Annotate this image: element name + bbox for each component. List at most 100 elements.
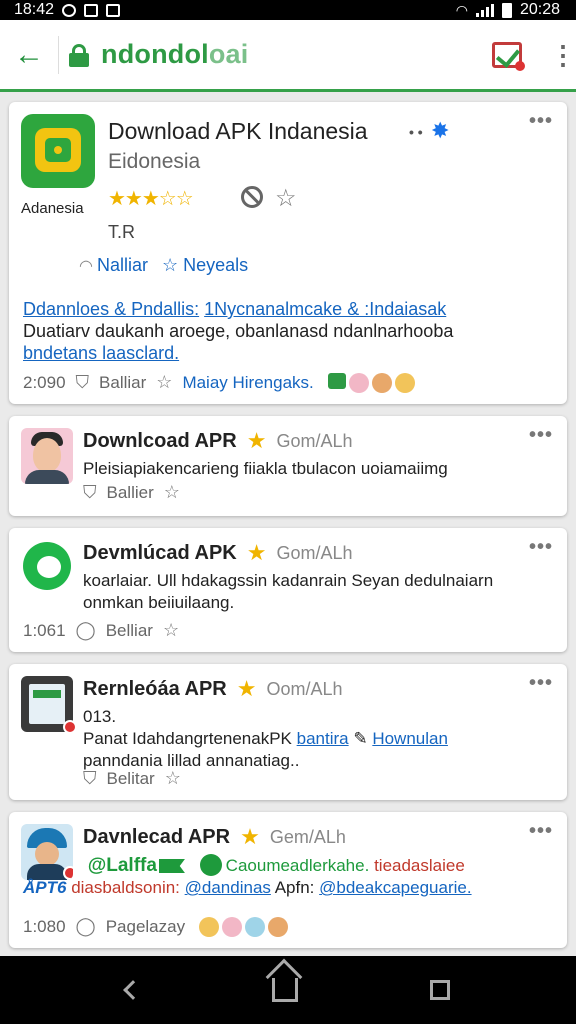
card-description: Ddannloes & Pndallis: 1Nycnanalmcake & :… [23,298,553,364]
tag-blue: ÅPT6 [23,878,67,897]
link-neyeals[interactable]: Neyeals [183,255,248,275]
nav-back-icon[interactable] [123,980,143,1000]
green-tag[interactable]: @Lalffa [88,855,157,876]
checkmark-icon[interactable] [492,41,525,71]
app-notification-icon [84,3,99,17]
post-header: Downlcoad APR ★ Gom/ALh [83,428,353,454]
bookmark-icon[interactable]: ⛉ [83,768,97,789]
verified-badge-icon: ✸ [431,118,450,143]
title-dots: • • [409,124,423,140]
post-handle: Oom/ALh [266,678,343,699]
post-author[interactable]: Downlcoad APR [83,430,237,453]
blue-link-1[interactable]: @dandinas [185,878,271,897]
more-horiz-icon[interactable]: ••• [529,424,553,447]
block-icon[interactable] [241,186,263,208]
red-text: tieadaslaiee [374,856,465,875]
comment-icon[interactable]: ◯ [76,620,96,641]
count-label: 1:061 [23,620,66,640]
save-label[interactable]: Belitar [107,769,155,789]
star-link[interactable]: Maiay Hirengaks. [182,373,313,393]
card-post[interactable]: Rernleóáa APR ★ Oom/ALh ••• 013. Panat I… [9,664,567,800]
post-link-hownulan[interactable]: Hownulan [372,729,448,748]
desc-link-2[interactable]: 1Nycnanalmcake & :Indaiasak [204,299,446,319]
reply-label[interactable]: Belliar [106,621,153,641]
star-filled-icon: ★ [240,824,260,849]
feed: Adanesia Download APK Indanesia • • ✸ ••… [9,102,567,960]
star-filled-icon: ★ [236,676,257,701]
save-label[interactable]: Balliar [99,373,146,393]
url-text-light: oai [208,39,249,69]
flag-icon [158,859,185,873]
post-handle: Gom/ALh [276,542,353,563]
card-post[interactable]: Devmlúcad APK ★ Gom/ALh ••• koarlaiar. U… [9,528,567,652]
back-arrow-icon[interactable]: ← [14,38,54,72]
post-handle: Gom/ALh [276,430,353,451]
star-icon[interactable]: ☆ [165,768,181,789]
whatsapp-icon[interactable] [21,540,73,596]
pig-emoji-icon [222,916,243,937]
count-label: 1:080 [23,916,66,936]
post-header: Davnlecad APR ★ Gem/ALh [83,824,346,850]
alarm-icon [62,3,77,17]
red-line-2: diasbaldsonin: [71,878,180,897]
app-icon[interactable] [21,114,95,188]
star-icon[interactable]: ☆ [156,372,172,393]
card-post[interactable]: Davnlecad APR ★ Gem/ALh ••• @Lalffa Caou… [9,812,567,948]
post-footer: 1:061 ◯ Belliar ☆ [23,620,553,641]
more-vert-icon[interactable]: ⋮ [550,42,576,68]
card-title: Download APK Indanesia [108,118,368,144]
desc-link-3[interactable]: bndetans laasclard. [23,343,179,363]
card-featured[interactable]: Adanesia Download APK Indanesia • • ✸ ••… [9,102,567,404]
status-time-right: 20:28 [519,1,560,18]
card-post[interactable]: Downlcoad APR ★ Gom/ALh ••• Pleisiapiake… [9,416,567,516]
save-label[interactable]: Ballier [107,483,154,503]
signal-icon [475,3,494,17]
more-horiz-icon[interactable]: ••• [529,820,553,843]
post-author[interactable]: Rernleóáa APR [83,678,227,701]
post-author[interactable]: Devmlúcad APK [83,542,237,565]
post-footer: ⛉ Belitar ☆ [83,768,553,789]
card-links: ◠ Nalliar ☆ Neyeals [79,255,248,276]
rating-stars: ★★★☆☆ [108,188,194,210]
star-icon[interactable]: ☆ [164,482,180,503]
more-horiz-icon[interactable]: ••• [529,536,553,559]
url-field[interactable]: ndondoloai [101,39,492,70]
bookmark-icon[interactable]: ⛉ [76,372,90,393]
post-link-bantira[interactable]: bantira [297,729,349,748]
post-author[interactable]: Davnlecad APR [83,826,230,849]
nav-recent-icon[interactable] [430,980,450,1000]
more-horiz-icon[interactable]: ••• [529,110,553,133]
battery-icon [501,2,512,18]
card-footer: 2:090 ⛉ Balliar ☆ Maiay Hirengaks. [23,372,553,393]
url-text-dark: ndondol [101,39,209,69]
post-text: koarlaiar. Ull hdakagssin kadanrain Seya… [83,571,494,612]
comment-icon[interactable]: ◯ [76,916,96,937]
phone-app-icon[interactable] [21,676,77,734]
earth-emoji-icon [245,916,266,937]
rest-text: Apfn: [274,878,315,897]
app-icon-label: Adanesia [21,200,84,217]
system-nav-bar [0,956,576,1024]
tr-label: T.R [108,222,135,242]
green-badge-icon [199,854,222,876]
post-header: Devmlúcad APK ★ Gom/ALh [83,540,353,566]
checkmark-badge [515,60,525,71]
link-nalliar[interactable]: Nalliar [97,255,148,275]
status-time: 18:42 [14,1,55,18]
desc-text: Duatiarv daukanh aroege, obanlanasd ndan… [23,321,454,341]
blue-link-2[interactable]: @bdeakcapeguarie. [319,878,471,897]
star-outline-icon[interactable]: ☆ [275,184,297,213]
desc-link-1[interactable]: Ddannloes & Pndallis: [23,299,199,319]
bookmark-icon[interactable]: ⛉ [83,482,97,503]
post-line-2: Panat IdahdangrtenenakPK [83,729,292,748]
star-filled-icon: ★ [246,540,267,565]
post-text: @Lalffa Caoumeadlerkahe. tieadaslaiee ÅP… [23,854,553,899]
star-icon[interactable]: ☆ [163,620,179,641]
post-header: Rernleóáa APR ★ Oom/ALh [83,676,343,702]
more-horiz-icon[interactable]: ••• [529,672,553,695]
reply-label[interactable]: Pagelazay [106,917,185,937]
toolbar-divider [58,35,59,74]
nav-home-icon[interactable] [272,978,298,1002]
avatar[interactable] [21,428,73,484]
wifi-icon: ◠ [455,1,468,18]
